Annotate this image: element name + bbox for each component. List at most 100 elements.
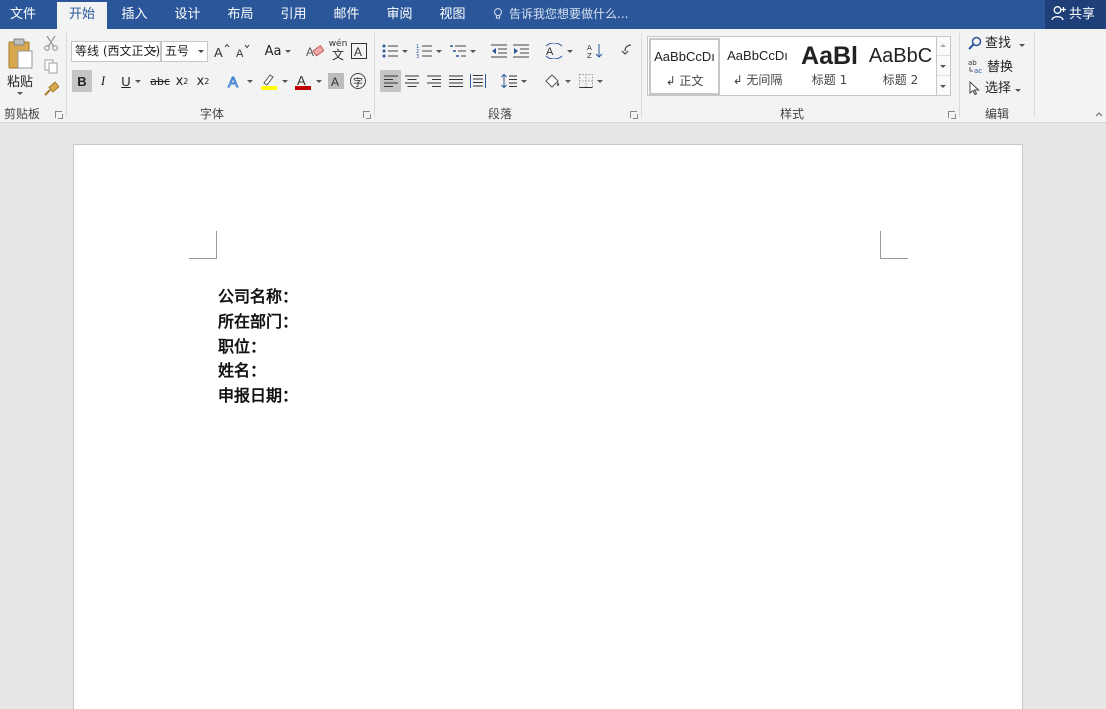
style-no-spacing[interactable]: AaBbCcDı ↲ 无间隔 <box>722 39 793 95</box>
tab-design[interactable]: 设计 <box>165 0 210 29</box>
editing-group-label: 编辑 <box>984 107 1009 121</box>
font-size-dropdown[interactable]: 五号 <box>161 41 208 62</box>
align-left-icon <box>383 75 398 87</box>
paintbrush-icon <box>44 81 59 96</box>
replace-label: 替换 <box>987 60 1014 75</box>
department-line[interactable]: 所在部门： <box>218 310 298 334</box>
tab-insert[interactable]: 插入 <box>112 0 157 29</box>
enclose-characters-button[interactable]: 字 <box>348 70 368 92</box>
sort-button[interactable]: AZ <box>585 41 605 61</box>
chevron-down-icon <box>567 49 573 53</box>
gallery-scroll-up-button[interactable] <box>937 37 950 56</box>
style-normal[interactable]: AaBbCcDı ↲ 正文 <box>649 38 720 95</box>
clipboard-launcher-icon[interactable] <box>55 111 63 119</box>
font-color-button[interactable]: A <box>292 70 324 92</box>
ribbon-tab-bar: 文件 开始 插入 设计 布局 引用 邮件 审阅 视图 告诉我您想要做什么... … <box>0 0 1106 29</box>
highlight-color-button[interactable] <box>258 70 290 92</box>
document-page[interactable]: 公司名称： 所在部门： 职位： 姓名： 申报日期： <box>73 144 1023 709</box>
select-button[interactable]: 选择 <box>968 80 1022 98</box>
shading-button[interactable] <box>541 70 573 92</box>
clear-formatting-button[interactable]: A <box>305 41 325 61</box>
sort-az-icon: AZ <box>587 44 603 59</box>
grow-font-button[interactable]: A <box>213 41 231 61</box>
grow-font-icon: A <box>214 43 230 59</box>
chinese-layout-button[interactable]: A <box>543 41 575 61</box>
paste-button[interactable]: 粘贴 <box>5 35 35 97</box>
align-left-button[interactable] <box>380 70 401 92</box>
chevron-down-icon <box>597 79 603 83</box>
align-center-button[interactable] <box>402 70 422 92</box>
distributed-icon <box>470 74 486 88</box>
company-name-line[interactable]: 公司名称： <box>218 285 298 309</box>
strikethrough-button[interactable]: abc <box>149 70 171 92</box>
cut-button[interactable] <box>42 34 60 52</box>
tab-review[interactable]: 审阅 <box>377 0 422 29</box>
phonetic-guide-button[interactable]: wén 文 <box>328 39 348 61</box>
tab-mailings[interactable]: 邮件 <box>324 0 369 29</box>
show-marks-button[interactable] <box>616 41 636 61</box>
text-effects-button[interactable]: A <box>225 70 255 92</box>
bold-button[interactable]: B <box>72 70 92 92</box>
style-heading-1[interactable]: AaBl 标题 1 <box>794 39 865 95</box>
character-shading-button[interactable]: A <box>327 70 345 92</box>
decrease-indent-button[interactable] <box>489 41 509 61</box>
font-name-dropdown[interactable]: 等线 (西文正文) <box>71 41 161 62</box>
subscript-button[interactable]: x2 <box>173 70 191 92</box>
bullets-button[interactable] <box>380 41 410 61</box>
paint-bucket-icon <box>545 74 560 88</box>
change-case-button[interactable]: Aa <box>262 41 294 61</box>
position-line[interactable]: 职位： <box>218 335 266 359</box>
numbering-button[interactable]: 123 <box>413 41 445 61</box>
group-divider <box>1034 33 1035 117</box>
report-date-line[interactable]: 申报日期： <box>218 384 298 408</box>
chevron-down-icon <box>940 65 946 68</box>
character-border-button[interactable]: A <box>350 41 368 61</box>
select-label: 选择 <box>985 81 1012 96</box>
tab-layout[interactable]: 布局 <box>218 0 263 29</box>
increase-indent-button[interactable] <box>511 41 531 61</box>
line-spacing-button[interactable] <box>499 70 529 92</box>
underline-button[interactable]: U <box>116 70 146 92</box>
align-right-button[interactable] <box>424 70 444 92</box>
chevron-down-icon <box>285 49 292 53</box>
tab-view[interactable]: 视图 <box>430 0 475 29</box>
italic-button[interactable]: I <box>94 70 112 92</box>
styles-launcher-icon[interactable] <box>948 111 956 119</box>
paragraph-launcher-icon[interactable] <box>630 111 638 119</box>
distributed-button[interactable] <box>468 70 488 92</box>
gallery-more-button[interactable] <box>937 77 950 96</box>
shrink-font-button[interactable]: A <box>234 41 252 61</box>
font-launcher-icon[interactable] <box>363 111 371 119</box>
borders-button[interactable] <box>576 70 606 92</box>
gallery-scroll-down-button[interactable] <box>937 57 950 76</box>
format-painter-button[interactable] <box>42 80 60 98</box>
superscript-button[interactable]: x2 <box>194 70 212 92</box>
pilcrow-icon <box>621 44 632 55</box>
tab-file[interactable]: 文件 <box>0 0 46 29</box>
replace-button[interactable]: ab ac 替换 <box>968 58 1013 76</box>
chevron-down-icon <box>282 79 288 83</box>
justify-button[interactable] <box>446 70 466 92</box>
chevron-down-icon <box>316 79 322 83</box>
tell-me-box[interactable]: 告诉我您想要做什么... <box>493 0 628 29</box>
chevron-down-icon <box>134 79 141 83</box>
copy-button[interactable] <box>42 57 60 75</box>
find-button[interactable]: 查找 <box>968 35 1026 53</box>
replace-icon: ab ac <box>968 59 982 75</box>
multilevel-list-icon <box>450 45 466 57</box>
chevron-down-icon <box>247 79 253 83</box>
style-heading-2[interactable]: AaBbC 标题 2 <box>865 39 936 95</box>
share-button[interactable]: 共享 <box>1045 0 1106 29</box>
tab-home[interactable]: 开始 <box>57 2 107 29</box>
name-line[interactable]: 姓名： <box>218 359 266 383</box>
tab-references[interactable]: 引用 <box>271 0 316 29</box>
chevron-down-icon <box>198 50 204 53</box>
justify-icon <box>449 75 463 87</box>
multilevel-list-button[interactable] <box>448 41 478 61</box>
document-canvas[interactable]: 公司名称： 所在部门： 职位： 姓名： 申报日期： <box>0 124 1106 709</box>
font-name-value: 等线 (西文正文) <box>75 44 161 58</box>
group-divider <box>66 33 67 117</box>
collapse-ribbon-button[interactable] <box>1094 109 1104 119</box>
margin-marker-top-right <box>880 231 908 259</box>
align-center-icon <box>405 75 419 87</box>
